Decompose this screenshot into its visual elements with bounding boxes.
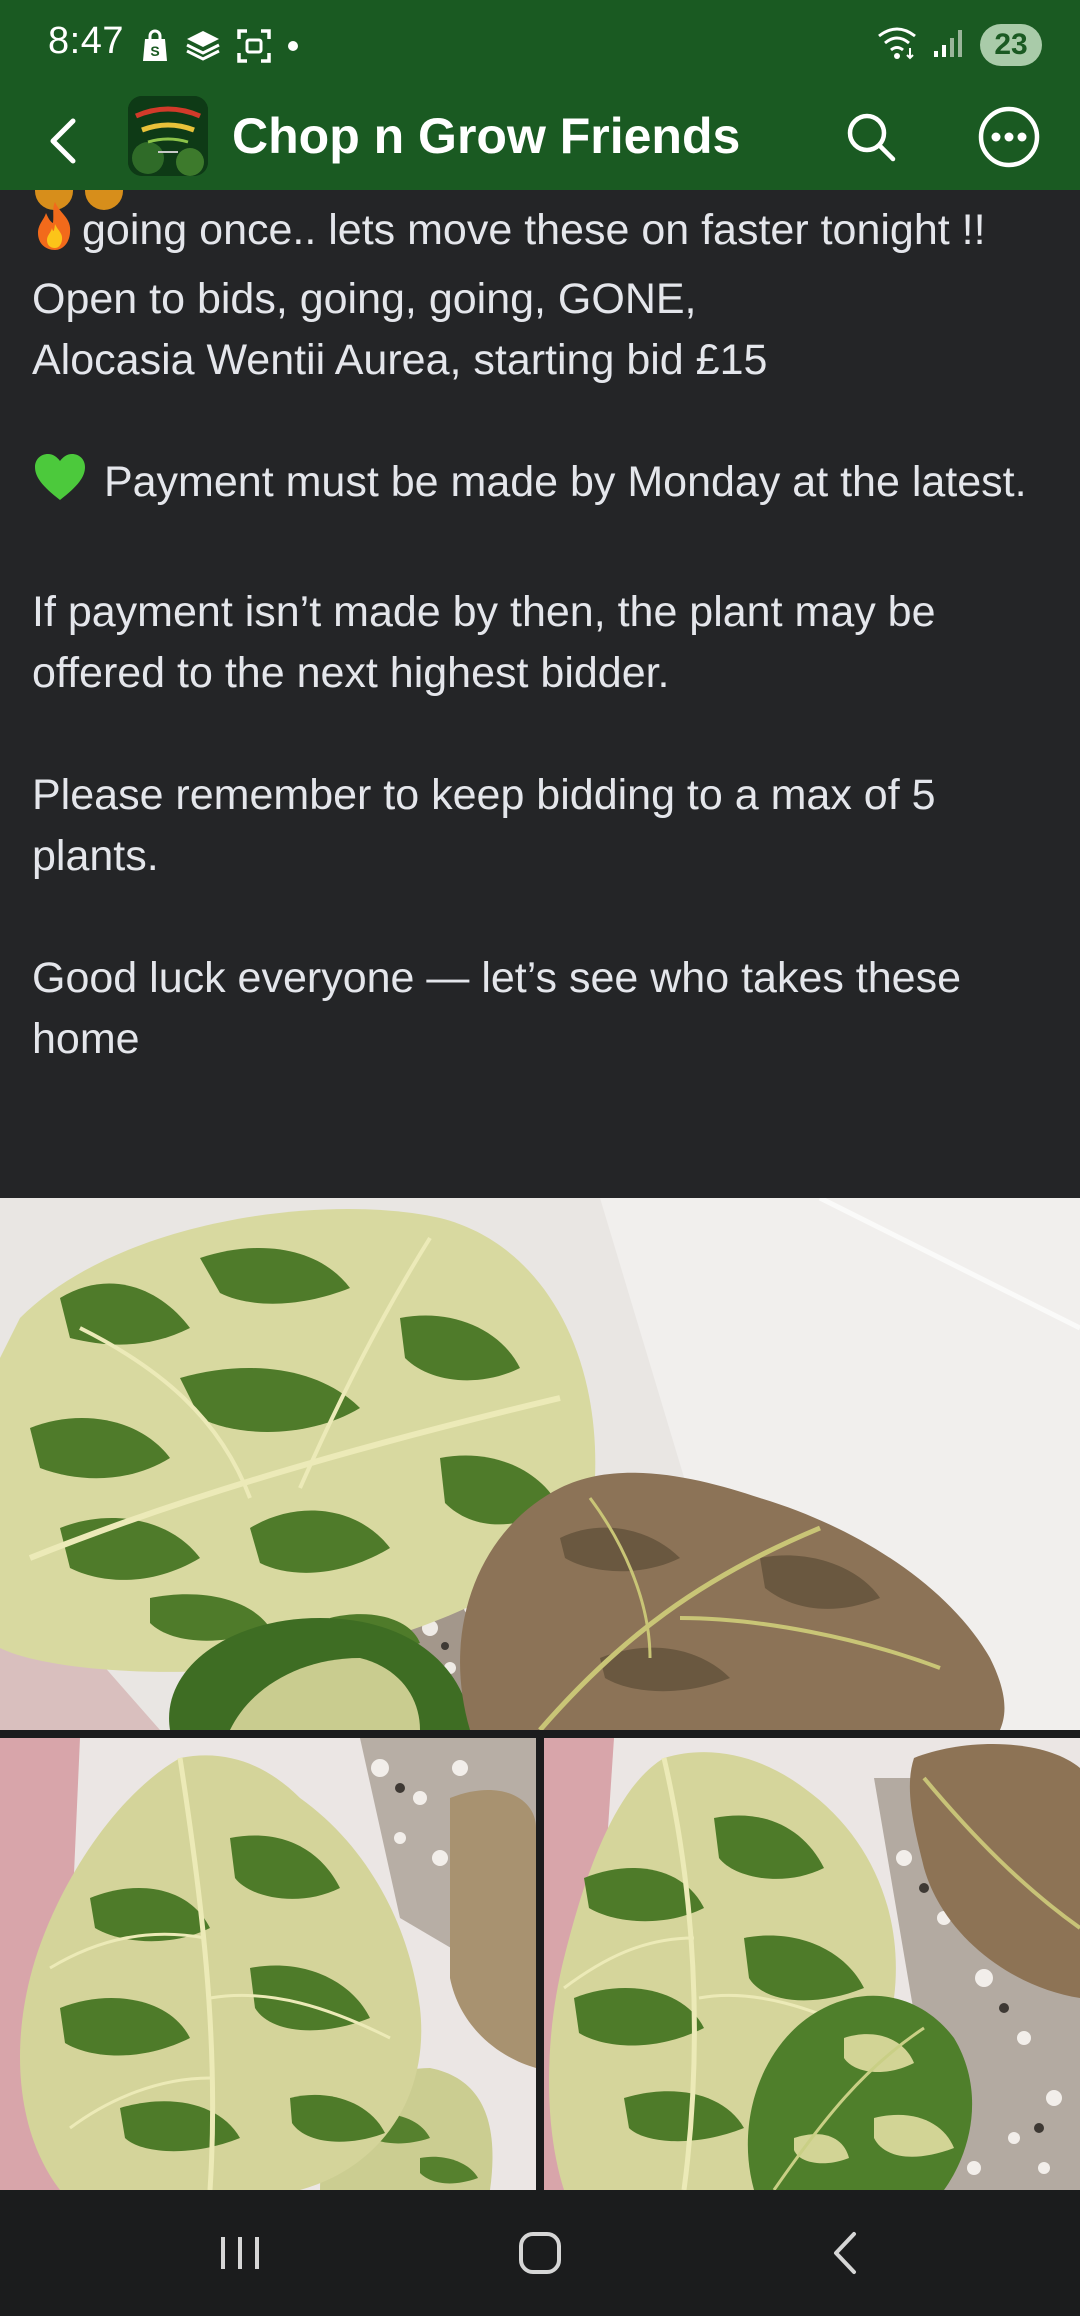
post-line: going once.. lets move these on faster t… [32,200,1052,269]
plant-photo-main [0,1198,1080,1730]
back-nav-button[interactable] [806,2218,886,2288]
status-bar: 8:47 S 23 [0,0,1080,92]
dot-icon [286,39,300,58]
battery-level: 23 [994,28,1028,61]
post-line: Please remember to keep bidding to a max… [32,771,936,880]
group-logo-icon [128,96,208,176]
chevron-left-icon [50,118,76,164]
post-line: Alocasia Wentii Aurea, starting bid £15 [32,336,768,384]
main-photo[interactable] [0,1198,1080,1730]
post-text: going once.. lets move these on faster t… [32,190,1052,1070]
plant-photo-left [0,1738,536,2190]
wifi-icon [876,26,918,65]
screen: 8:47 S 23 Chop n Grow Friends going once… [0,0,1080,2316]
app-header: Chop n Grow Friends [0,92,1080,190]
more-options-icon [978,106,1040,168]
signal-icon [932,27,966,64]
svg-text:S: S [150,43,159,59]
fire-icon [32,200,78,269]
photo-divider [536,1738,544,2190]
more-options-button[interactable] [974,102,1044,172]
group-avatar[interactable] [128,96,208,176]
right-photo[interactable] [544,1738,1080,2190]
layers-icon [184,28,222,69]
back-button[interactable] [34,112,92,170]
home-button[interactable] [500,2218,580,2288]
screenshot-icon [236,28,272,69]
post-line: Payment must be made by Monday at the la… [32,452,1052,521]
status-time: 8:47 [48,20,124,62]
status-left-icons: S [140,26,300,70]
navigation-bar [0,2190,1080,2316]
left-photo[interactable] [0,1738,536,2190]
group-title[interactable]: Chop n Grow Friends [232,104,740,168]
status-right-icons: 23 [876,24,1042,66]
post-line-text: Payment must be made by Monday at the la… [103,458,1027,506]
plant-photo-right [544,1738,1080,2190]
shopping-bag-icon: S [140,29,170,68]
search-button[interactable] [838,104,904,170]
search-icon [847,113,896,162]
post-line: Good luck everyone — let’s see who takes… [32,954,961,1063]
recent-apps-icon [221,2237,259,2269]
recent-apps-button[interactable] [200,2218,280,2288]
green-heart-icon [32,452,88,521]
post-line: Open to bids, going, going, GONE, [32,275,697,323]
back-icon [834,2232,856,2274]
post-line-text: going once.. lets move these on faster t… [82,206,986,254]
post-body: going once.. lets move these on faster t… [0,190,1080,1198]
post-line: If payment isn’t made by then, the plant… [32,588,936,697]
photo-divider [0,1730,1080,1738]
home-icon [519,2232,561,2274]
battery-icon: 23 [980,24,1042,66]
